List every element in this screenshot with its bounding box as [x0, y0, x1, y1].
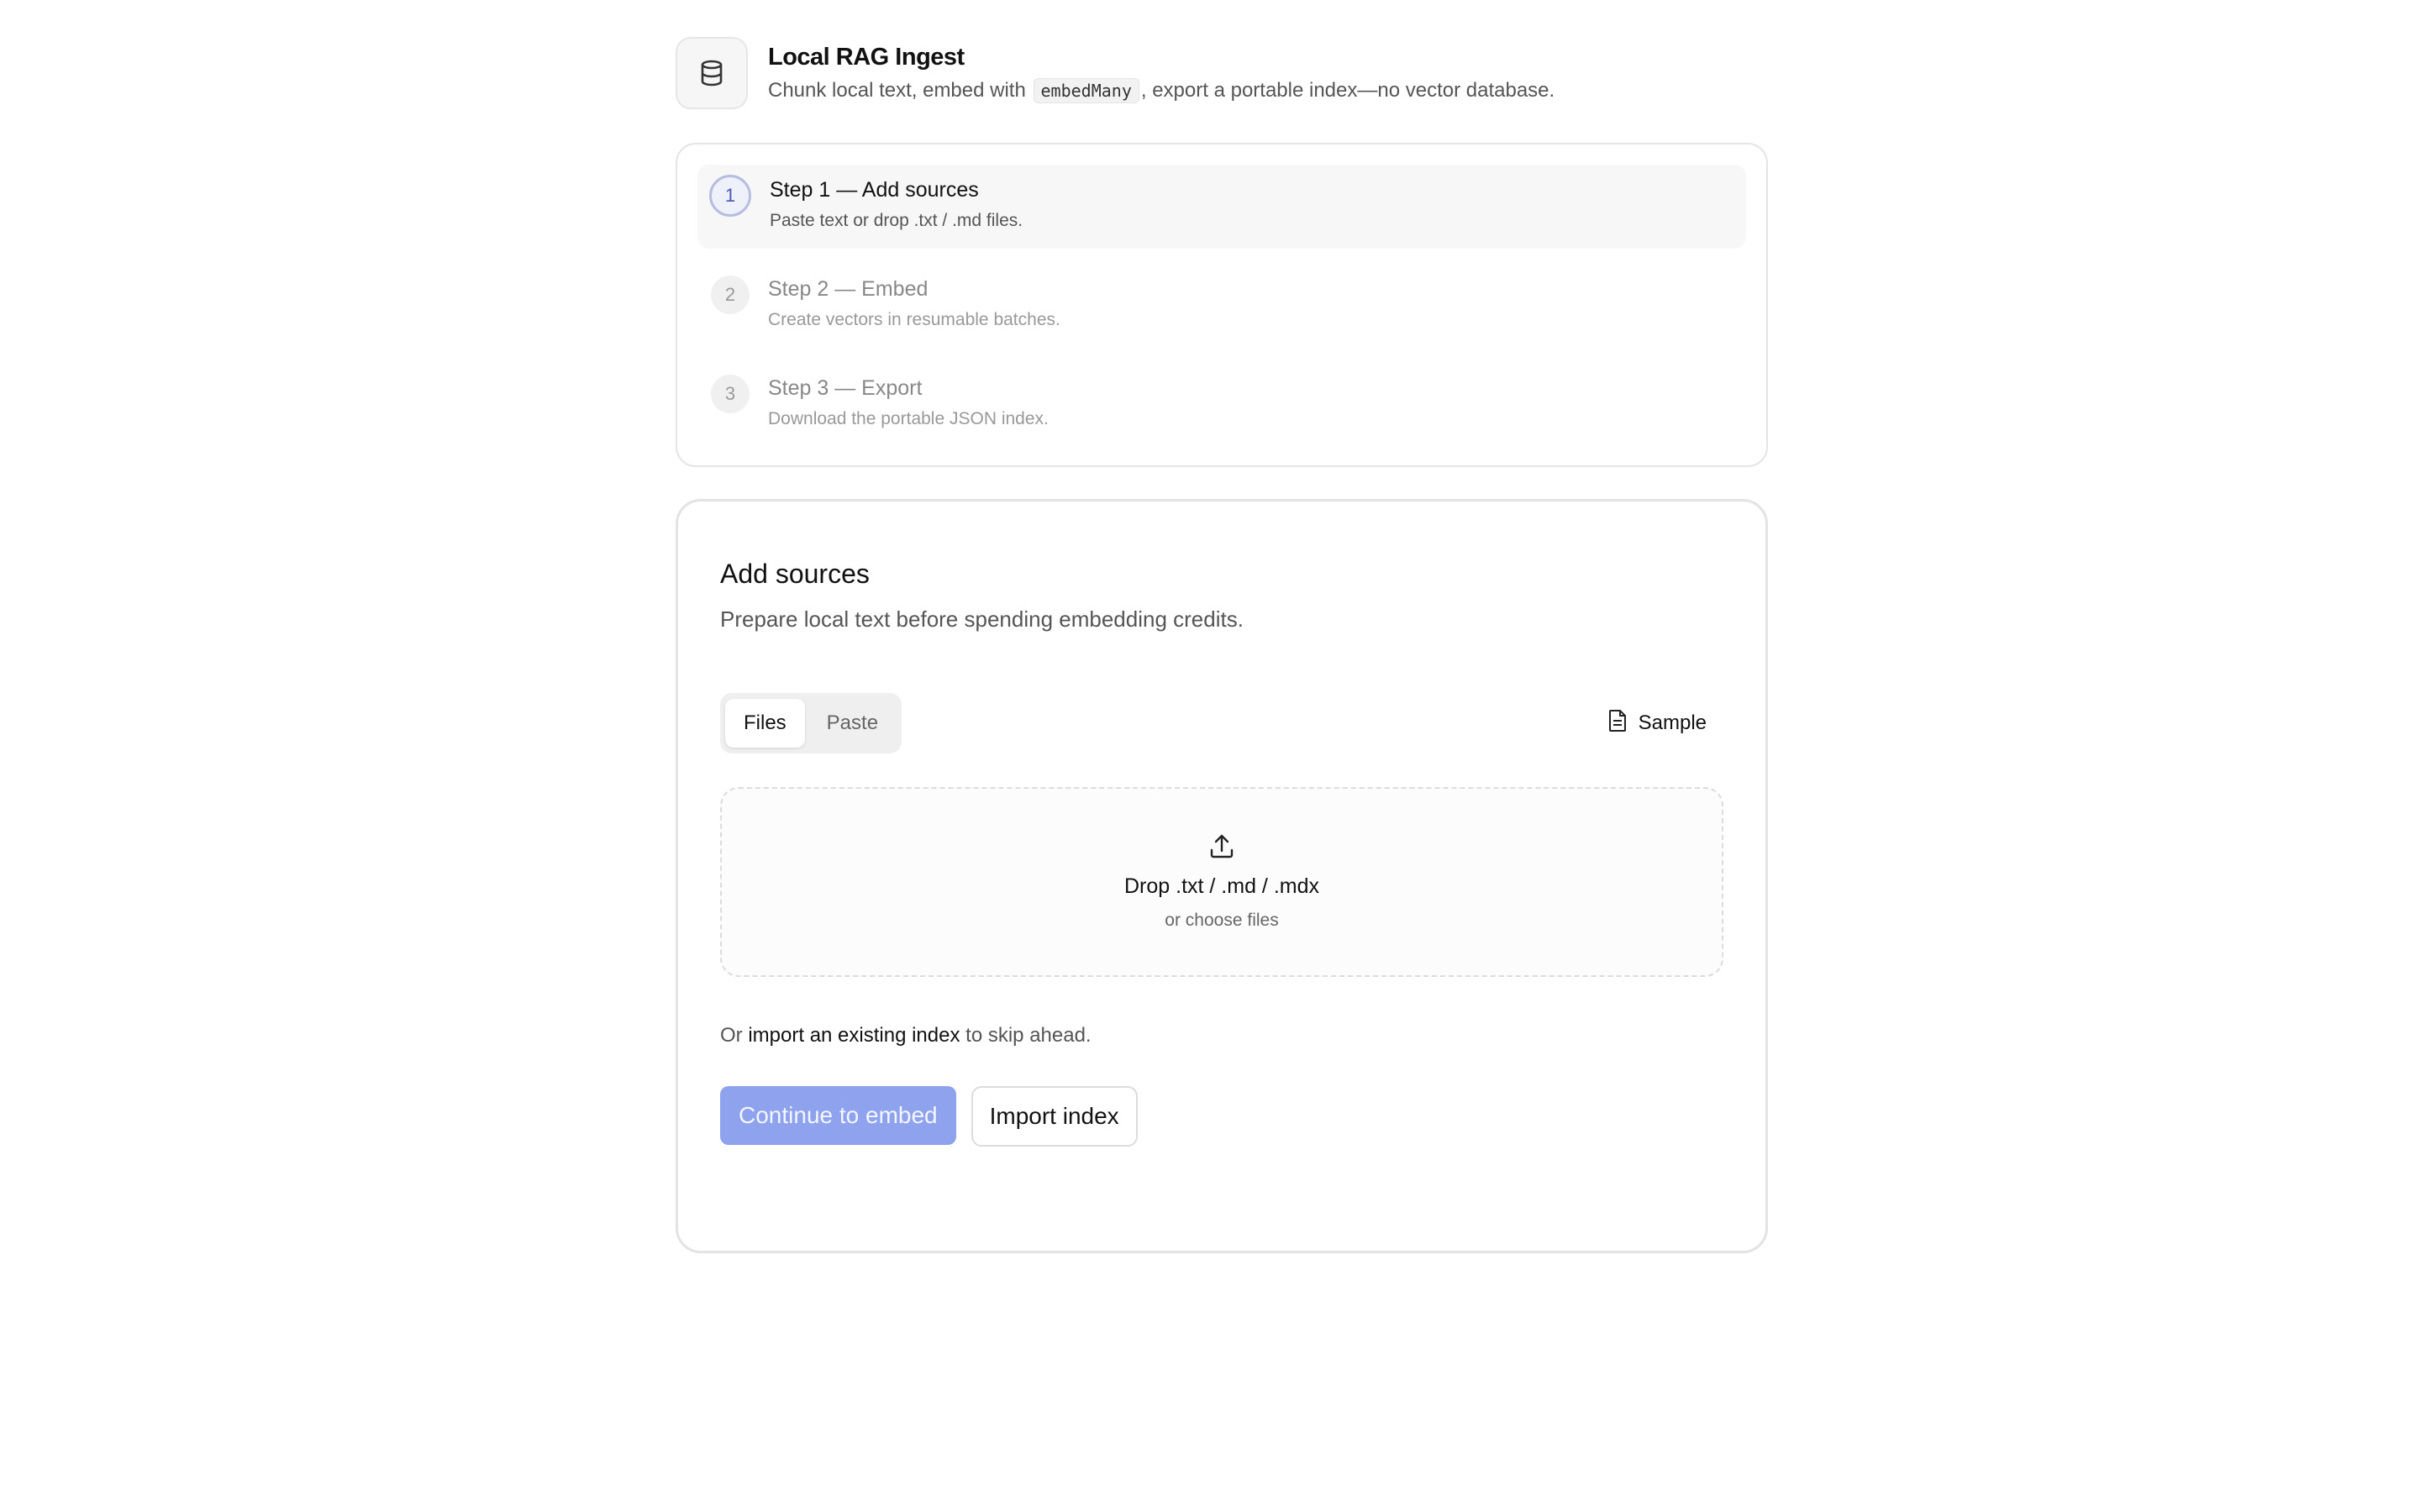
import-hint: Or import an existing index to skip ahea…: [720, 1024, 1723, 1047]
code-snippet: embedMany: [1033, 78, 1139, 103]
sample-button[interactable]: Sample: [1591, 709, 1723, 738]
app-header: Local RAG Ingest Chunk local text, embed…: [676, 37, 1768, 113]
step-embed[interactable]: 2 Step 2 — Embed Create vectors in resum…: [697, 264, 1746, 348]
app-container: Local RAG Ingest Chunk local text, embed…: [676, 37, 1768, 1253]
app-subtitle: Chunk local text, embed with embedMany, …: [768, 78, 1555, 103]
tab-files[interactable]: Files: [725, 699, 805, 748]
import-hint-prefix: Or: [720, 1024, 743, 1047]
import-hint-suffix: to skip ahead.: [965, 1024, 1092, 1047]
app-subtitle-text-end: , export a portable index—no vector data…: [1140, 79, 1555, 102]
continue-to-embed-button[interactable]: Continue to embed: [720, 1086, 956, 1145]
app-subtitle-text: Chunk local text, embed with: [768, 79, 1026, 102]
step-number: 3: [711, 375, 750, 413]
step-description: Create vectors in resumable batches.: [768, 310, 1060, 329]
source-toolbar: Files Paste Sample: [720, 693, 1723, 753]
source-mode-tabs: Files Paste: [720, 693, 902, 753]
step-description: Paste text or drop .txt / .md files.: [770, 211, 1023, 230]
app-title: Local RAG Ingest: [768, 44, 965, 71]
card-subtitle: Prepare local text before spending embed…: [720, 606, 1244, 632]
step-title: Step 1 — Add sources: [770, 178, 979, 202]
import-index-button[interactable]: Import index: [971, 1086, 1138, 1147]
upload-icon: [1208, 833, 1235, 864]
step-title: Step 2 — Embed: [768, 277, 929, 301]
add-sources-card: Add sources Prepare local text before sp…: [676, 499, 1768, 1253]
import-existing-index-link[interactable]: import an existing index: [748, 1024, 960, 1047]
step-export[interactable]: 3 Step 3 — Export Download the portable …: [697, 363, 1746, 447]
step-number: 1: [709, 175, 751, 217]
choose-files-link[interactable]: or choose files: [1165, 911, 1278, 931]
tab-paste[interactable]: Paste: [808, 699, 897, 748]
step-description: Download the portable JSON index.: [768, 409, 1049, 428]
card-title: Add sources: [720, 559, 870, 589]
file-text-icon: [1608, 709, 1627, 738]
step-number: 2: [711, 276, 750, 314]
file-dropzone[interactable]: Drop .txt / .md / .mdx or choose files: [720, 787, 1723, 977]
app-header-text: Local RAG Ingest Chunk local text, embed…: [768, 37, 1555, 103]
step-title: Step 3 — Export: [768, 376, 923, 400]
dropzone-title: Drop .txt / .md / .mdx: [1124, 874, 1319, 898]
step-add-sources[interactable]: 1 Step 1 — Add sources Paste text or dro…: [697, 165, 1746, 249]
database-icon: [676, 37, 748, 109]
sample-label: Sample: [1638, 711, 1707, 734]
actions: Continue to embed Import index: [720, 1086, 1723, 1147]
steps-card: 1 Step 1 — Add sources Paste text or dro…: [676, 143, 1768, 467]
